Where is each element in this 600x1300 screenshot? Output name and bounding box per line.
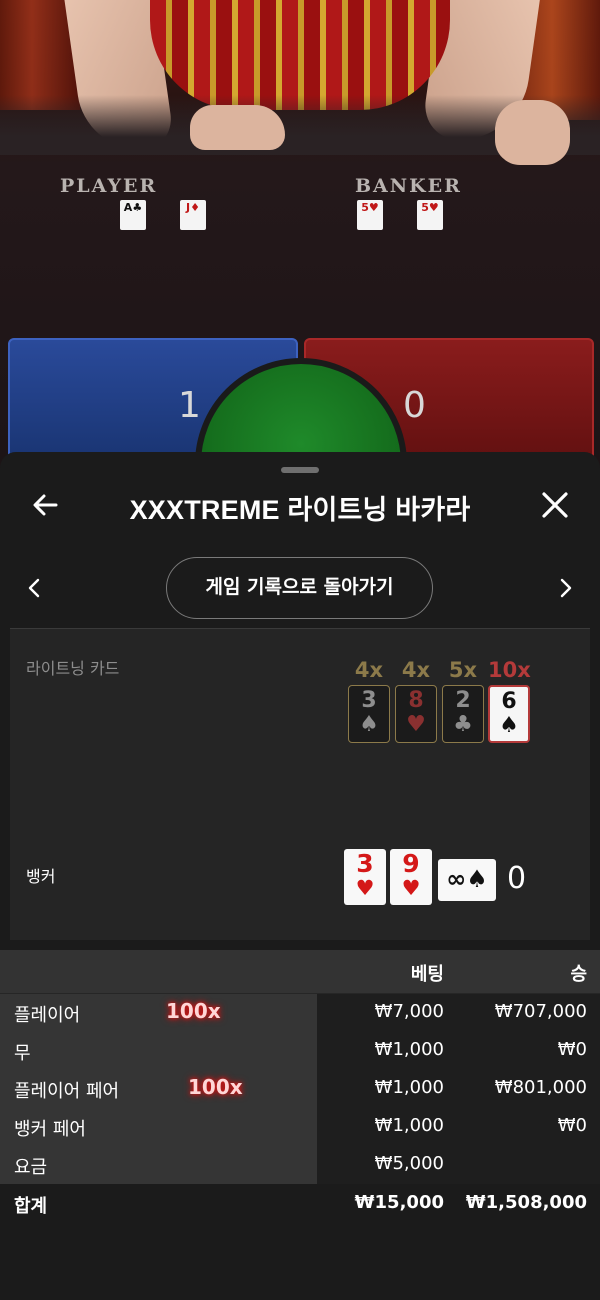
banker-hand-card-2: 9 ♥ <box>390 849 432 905</box>
banker-table-card-2-suit: ♥ <box>428 201 439 214</box>
bet-row-value-cell <box>317 1146 600 1184</box>
lightning-card-rank: 8 <box>408 688 424 713</box>
game-detail-sheet: XXXTREME 라이트닝 바카라 게임 기록으로 돌아가기 라이트닝 카드 4… <box>0 452 600 1300</box>
sheet-drag-handle[interactable] <box>281 467 319 473</box>
player-card-1: A ♣ <box>120 200 146 230</box>
banker-table-card-1-rank: 5 <box>361 201 369 214</box>
bet-name: 플레이어 페어 <box>14 1081 120 1102</box>
total-label: 합계 <box>14 1196 48 1217</box>
bet-amount: ₩1,000 <box>374 1115 444 1136</box>
back-to-history-button[interactable]: 게임 기록으로 돌아가기 <box>166 557 433 619</box>
lightning-card-suit: ♠ <box>499 713 519 738</box>
round-navigation: 게임 기록으로 돌아가기 <box>0 557 600 621</box>
infinity-card: ∞♠ <box>438 859 496 901</box>
win-amount: ₩801,000 <box>494 1077 587 1098</box>
lightning-card: 2 ♣ <box>442 685 484 743</box>
close-icon[interactable] <box>540 490 570 520</box>
bet-row: 무 ₩1,000 ₩0 <box>0 1032 600 1070</box>
banker-table-card-1: 5 ♥ <box>357 200 383 230</box>
banker-table-card-2: 5 ♥ <box>417 200 443 230</box>
sheet-title: XXXTREME 라이트닝 바카라 <box>129 495 471 525</box>
table-player-label: PLAYER <box>60 175 158 197</box>
player-card-1-rank: A <box>123 201 133 214</box>
bet-amount: ₩7,000 <box>374 1001 444 1022</box>
bet-table-header: 베팅 승 <box>0 950 600 994</box>
bet-amount: ₩5,000 <box>374 1153 444 1174</box>
lightning-card: 6 ♠ <box>488 685 530 743</box>
lightning-cards-label: 라이트닝 카드 <box>26 659 120 678</box>
bet-name: 요금 <box>14 1157 48 1178</box>
bet-name: 플레이어 <box>14 1005 81 1026</box>
previous-round-chevron-icon[interactable] <box>26 577 42 599</box>
bet-results-table: 베팅 승 플레이어 100x ₩7,000 ₩707,000 무 ₩1,000 ₩0 플레이어… <box>0 950 600 1224</box>
lightning-card-rank: 6 <box>501 689 517 714</box>
banker-hand-card-1-rank: 3 <box>356 849 374 878</box>
total-bet: ₩15,000 <box>354 1192 444 1213</box>
banker-table-card-1-suit: ♥ <box>368 201 379 214</box>
lightning-multiplier: 10x <box>488 658 531 682</box>
bet-name: 뱅커 페어 <box>14 1119 86 1140</box>
lightning-card: 3 ♠ <box>348 685 390 743</box>
win-amount: ₩0 <box>557 1039 587 1060</box>
banker-table-card-2-rank: 5 <box>421 201 429 214</box>
next-round-chevron-icon[interactable] <box>558 577 574 599</box>
bet-column-header: 베팅 <box>410 964 444 985</box>
bet-row-label-cell <box>0 1032 317 1070</box>
dealer-hand-left <box>190 105 285 150</box>
banker-hand-card-2-rank: 9 <box>402 849 420 878</box>
banker-hand-label: 뱅커 <box>26 867 56 886</box>
lightning-card: 8 ♥ <box>395 685 437 743</box>
total-win: ₩1,508,000 <box>465 1192 587 1213</box>
bet-multiplier: 100x <box>188 1075 243 1099</box>
lightning-multiplier: 5x <box>448 658 478 682</box>
banker-hand-card-2-suit: ♥ <box>401 876 421 900</box>
banker-score: 0 <box>403 385 426 426</box>
dealer-dress <box>150 0 450 110</box>
banker-hand-card-1: 3 ♥ <box>344 849 386 905</box>
bet-row: 플레이어 100x ₩7,000 ₩707,000 <box>0 994 600 1032</box>
bet-row: 요금 ₩5,000 <box>0 1146 600 1184</box>
banker-hand-card-1-suit: ♥ <box>355 876 375 900</box>
bet-row: 뱅커 페어 ₩1,000 ₩0 <box>0 1108 600 1146</box>
win-amount: ₩707,000 <box>494 1001 587 1022</box>
player-card-2: J ♦ <box>180 200 206 230</box>
bet-total-row: 합계 ₩15,000 ₩1,508,000 <box>0 1184 600 1224</box>
lightning-card-suit: ♣ <box>453 712 473 737</box>
banker-hand-score: 0 <box>507 861 527 896</box>
lightning-card-suit: ♠ <box>359 712 379 737</box>
lightning-multiplier: 4x <box>401 658 431 682</box>
bet-multiplier: 100x <box>166 999 221 1023</box>
bet-amount: ₩1,000 <box>374 1077 444 1098</box>
lightning-multiplier: 4x <box>354 658 384 682</box>
table-banker-label: BANKER <box>355 175 462 197</box>
win-column-header: 승 <box>570 964 587 985</box>
bet-row: 플레이어 페어 100x ₩1,000 ₩801,000 <box>0 1070 600 1108</box>
lightning-card-rank: 3 <box>361 688 377 713</box>
player-score: 1 <box>178 385 201 426</box>
lightning-card-rank: 2 <box>455 688 471 713</box>
win-amount: ₩0 <box>557 1115 587 1136</box>
bet-amount: ₩1,000 <box>374 1039 444 1060</box>
round-result-panel: 라이트닝 카드 4x 3 ♠ 4x 8 ♥ 5x 2 ♣ 10x 6 ♠ 뱅커 3 ♥ 9 ♥ ∞♠ … <box>10 628 590 940</box>
bet-row-label-cell <box>0 1146 317 1184</box>
dealer-hand-right <box>495 100 570 165</box>
bet-name: 무 <box>14 1043 31 1064</box>
player-card-2-suit: ♦ <box>190 201 200 214</box>
lightning-card-suit: ♥ <box>406 712 426 737</box>
player-card-1-suit: ♣ <box>132 201 143 214</box>
